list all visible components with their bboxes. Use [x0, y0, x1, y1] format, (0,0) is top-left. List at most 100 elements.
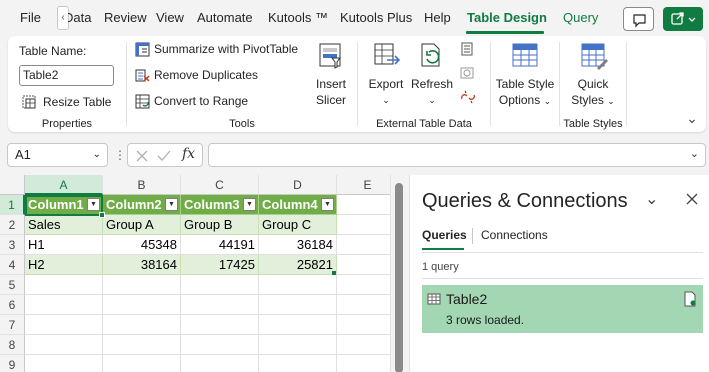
- scrollbar-thumb[interactable]: [395, 183, 403, 372]
- grid-cell[interactable]: [103, 275, 181, 295]
- table-header-cell[interactable]: Column2 ▼: [103, 195, 181, 215]
- table-header-cell[interactable]: Column3 ▼: [181, 195, 259, 215]
- column-header-c[interactable]: C: [181, 175, 259, 195]
- table-cell[interactable]: Group B: [181, 215, 259, 235]
- table-cell[interactable]: Sales: [25, 215, 103, 235]
- grid-cell[interactable]: [181, 335, 259, 355]
- table-cell[interactable]: Group C: [259, 215, 337, 235]
- grid-cell[interactable]: [259, 315, 337, 335]
- properties-icon[interactable]: [460, 42, 474, 56]
- share-button[interactable]: [663, 7, 703, 31]
- grid-cell[interactable]: [259, 335, 337, 355]
- grid-cell[interactable]: [259, 295, 337, 315]
- column-header-b[interactable]: B: [103, 175, 181, 195]
- insert-function-icon[interactable]: fx: [182, 146, 195, 162]
- close-icon[interactable]: [685, 192, 699, 206]
- grid-cell[interactable]: [103, 295, 181, 315]
- grid-cell[interactable]: [259, 355, 337, 372]
- name-box-dropdown-icon[interactable]: ⌄: [93, 144, 101, 166]
- select-all-button[interactable]: [0, 175, 25, 195]
- table-cell[interactable]: 45348: [103, 235, 181, 255]
- table-header-cell[interactable]: Column1 ▼: [25, 195, 103, 215]
- grid-cell[interactable]: [25, 275, 103, 295]
- table-cell[interactable]: H2: [25, 255, 103, 275]
- row-header-6[interactable]: 6: [0, 295, 25, 315]
- table-cell[interactable]: 25821: [259, 255, 337, 275]
- grid-cell[interactable]: [259, 275, 337, 295]
- filter-dropdown-icon[interactable]: ▼: [243, 198, 256, 211]
- grid-cell[interactable]: [103, 355, 181, 372]
- worksheet-grid[interactable]: A B C D E 1 2 3 4 5 6 7 8 9 Column1 ▼ Col…: [0, 175, 400, 372]
- filter-dropdown-icon[interactable]: ▼: [165, 198, 178, 211]
- quick-styles-button[interactable]: Quick Styles ⌄: [562, 40, 624, 110]
- row-header-7[interactable]: 7: [0, 315, 25, 335]
- tab-table-design[interactable]: Table Design: [467, 10, 547, 25]
- table-name-input[interactable]: Table2: [19, 65, 114, 86]
- enter-icon[interactable]: [157, 149, 171, 163]
- grid-cell[interactable]: [25, 355, 103, 372]
- expand-formula-bar-icon[interactable]: ⌄: [690, 147, 699, 160]
- resize-table-button[interactable]: Resize Table: [22, 93, 122, 111]
- row-header-9[interactable]: 9: [0, 355, 25, 372]
- table-cell[interactable]: 44191: [181, 235, 259, 255]
- grid-cell[interactable]: [25, 295, 103, 315]
- table-cell[interactable]: H1: [25, 235, 103, 255]
- tab-file[interactable]: File: [20, 10, 41, 25]
- vertical-scrollbar[interactable]: [390, 175, 407, 372]
- export-button[interactable]: Export ⌄: [365, 40, 407, 110]
- tab-connections[interactable]: Connections: [481, 228, 548, 242]
- row-header-2[interactable]: 2: [0, 215, 25, 235]
- filter-dropdown-icon[interactable]: ▼: [321, 198, 334, 211]
- tab-view[interactable]: View: [156, 10, 184, 25]
- tab-automate[interactable]: Automate: [197, 10, 253, 25]
- row-header-1[interactable]: 1: [0, 195, 25, 215]
- tab-data[interactable]: Data: [68, 10, 92, 25]
- table-cell[interactable]: Group A: [103, 215, 181, 235]
- properties-group: Table Name: Table2 Resize Table Properti…: [8, 36, 126, 132]
- quick-styles-dropdown-icon: ⌄: [607, 96, 615, 106]
- filter-dropdown-icon[interactable]: ▼: [87, 198, 100, 211]
- row-header-8[interactable]: 8: [0, 335, 25, 355]
- table-header-cell[interactable]: Column4 ▼: [259, 195, 337, 215]
- refresh-button[interactable]: Refresh ⌄: [410, 40, 454, 110]
- grid-cell[interactable]: [181, 275, 259, 295]
- table-cell[interactable]: 36184: [259, 235, 337, 255]
- grid-cell[interactable]: [181, 295, 259, 315]
- tab-review[interactable]: Review: [104, 10, 147, 25]
- tab-kutools[interactable]: Kutools ™: [268, 10, 328, 25]
- grid-cell[interactable]: [25, 335, 103, 355]
- formula-bar-grip-icon[interactable]: ⋮: [114, 147, 126, 163]
- comments-button[interactable]: [623, 7, 654, 31]
- grid-cell[interactable]: [103, 315, 181, 335]
- row-header-3[interactable]: 3: [0, 235, 25, 255]
- table-style-options-button[interactable]: Table Style Options ⌄: [493, 40, 557, 110]
- table-cell[interactable]: 38164: [103, 255, 181, 275]
- summarize-pivot-button[interactable]: Summarize with PivotTable: [135, 41, 310, 59]
- grid-cell[interactable]: [103, 335, 181, 355]
- row-header-5[interactable]: 5: [0, 275, 25, 295]
- open-in-browser-icon[interactable]: [460, 66, 474, 80]
- unlink-icon[interactable]: [460, 90, 476, 104]
- tab-query[interactable]: Query: [563, 10, 598, 25]
- query-item[interactable]: Table2 3 rows loaded.: [422, 285, 703, 333]
- column-header-a[interactable]: A: [25, 175, 103, 195]
- pane-options-chevron-icon[interactable]: ⌄: [645, 189, 658, 209]
- tab-queries[interactable]: Queries: [422, 228, 467, 242]
- collapse-ribbon-icon[interactable]: ⌄: [684, 110, 700, 126]
- remove-duplicates-button[interactable]: Remove Duplicates: [135, 67, 275, 85]
- grid-cell[interactable]: [181, 315, 259, 335]
- grid-cell[interactable]: [25, 315, 103, 335]
- cancel-icon[interactable]: [135, 149, 149, 163]
- tab-kutools-plus[interactable]: Kutools Plus: [340, 10, 412, 25]
- tab-help[interactable]: Help: [424, 10, 451, 25]
- column-header-d[interactable]: D: [259, 175, 337, 195]
- insert-slicer-button[interactable]: Insert Slicer: [309, 40, 353, 110]
- table-styles-group: Quick Styles ⌄ Table Styles: [560, 36, 626, 132]
- table-cell[interactable]: 17425: [181, 255, 259, 275]
- row-header-4[interactable]: 4: [0, 255, 25, 275]
- grid-cell[interactable]: [181, 355, 259, 372]
- fill-handle[interactable]: [99, 212, 105, 218]
- name-box[interactable]: A1 ⌄: [7, 143, 108, 167]
- formula-input[interactable]: ⌄: [208, 143, 706, 167]
- convert-to-range-button[interactable]: Convert to Range: [135, 93, 265, 111]
